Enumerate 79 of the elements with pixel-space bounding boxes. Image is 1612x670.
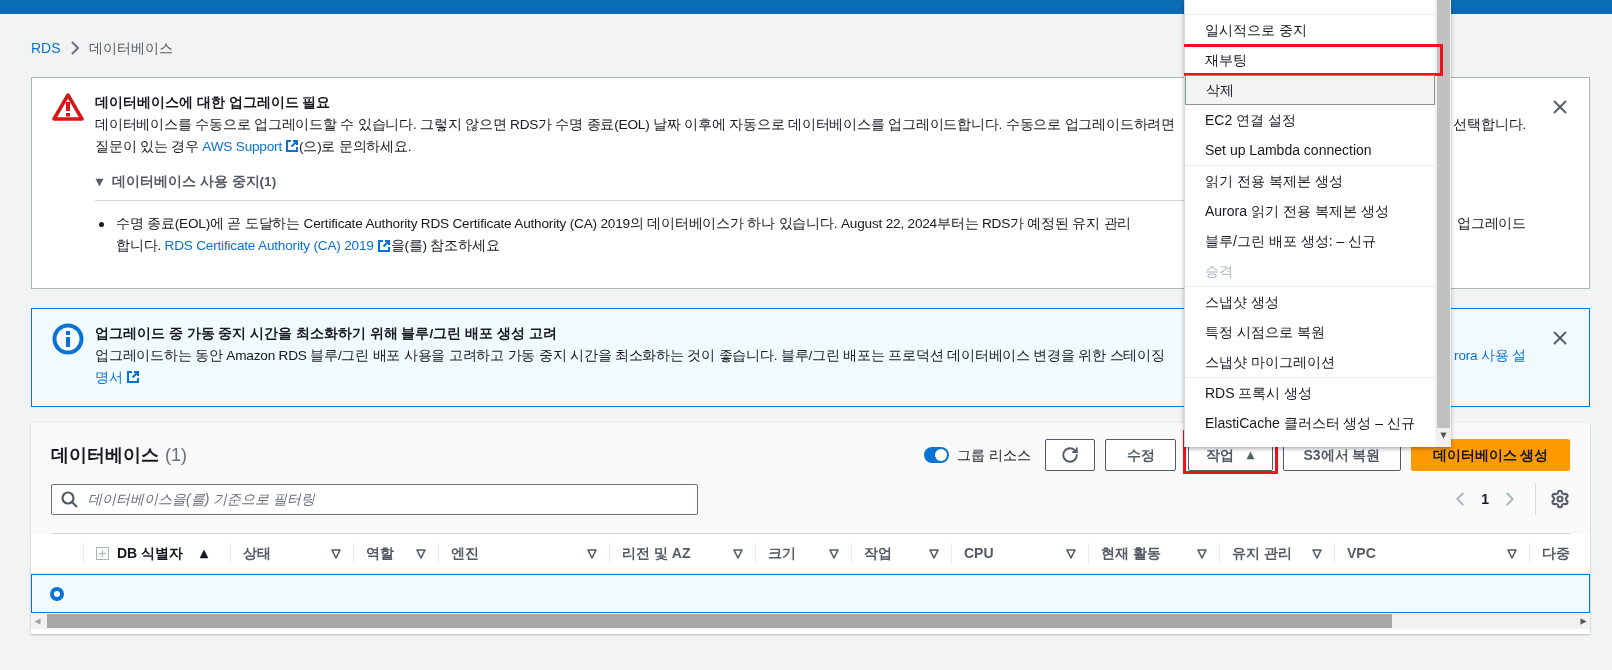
search-field[interactable]: 데이터베이스을(를) 기준으로 필터링: [51, 483, 698, 515]
refresh-icon: [1061, 446, 1079, 464]
menu-item[interactable]: 특정 시점으로 복원: [1185, 317, 1435, 347]
expand-all-icon: [96, 547, 109, 560]
section-toggle[interactable]: 데이터베이스 사용 중지(1): [95, 172, 277, 193]
info-icon: [52, 323, 84, 355]
column-header[interactable]: 유지 관리: [1219, 542, 1334, 565]
menu-item[interactable]: 스냅샷 생성: [1185, 287, 1435, 317]
settings-icon[interactable]: [1550, 489, 1570, 509]
warning-icon: [52, 92, 84, 122]
bullet-icon: [99, 222, 104, 228]
filter-icon: [587, 548, 597, 559]
menu-item[interactable]: EC2 연결 설정: [1185, 105, 1435, 135]
alert-title: 데이터베이스에 대한 업그레이드 필요: [95, 94, 331, 112]
column-header[interactable]: CPU: [951, 542, 1088, 565]
external-link-icon: [376, 238, 391, 253]
filter-icon: [1312, 548, 1322, 559]
column-header[interactable]: 리전 및 AZ: [609, 542, 755, 565]
filter-icon: [1066, 548, 1076, 559]
filter-icon: [416, 548, 426, 559]
column-header[interactable]: DB 식별자: [83, 542, 230, 565]
column-header[interactable]: 상태: [230, 542, 353, 565]
external-link[interactable]: 명서: [95, 370, 140, 385]
column-header[interactable]: 다중: [1529, 542, 1589, 565]
filter-icon: [1197, 548, 1207, 559]
alert-text: 질문이 있는 경우 AWS Support (으)로 문의하세요.: [95, 138, 412, 156]
menu-item[interactable]: 스냅샷 마이그레이션: [1185, 347, 1435, 377]
breadcrumb-link[interactable]: RDS: [31, 37, 61, 59]
filter-icon: [331, 548, 341, 559]
menu-item[interactable]: RDS 프록시 생성: [1185, 378, 1435, 408]
external-link-icon: [125, 370, 140, 385]
column-header[interactable]: 크기: [755, 542, 851, 565]
alert-text: 업그레이드: [1457, 215, 1526, 234]
alert-text: 선택합니다.: [1453, 116, 1526, 134]
alert-title: 업그레이드 중 가동 중지 시간을 최소화하기 위해 블루/그린 배포 생성 고려: [95, 325, 557, 343]
menu-item[interactable]: 일시적으로 중지: [1185, 15, 1435, 45]
scroll-left-icon: [34, 617, 41, 625]
sort-ascending-icon: [199, 548, 210, 559]
column-header[interactable]: 엔진: [438, 542, 609, 565]
toggle-switch[interactable]: [924, 447, 950, 463]
filter-icon: [829, 548, 839, 559]
filter-icon: [733, 548, 743, 559]
alert-text: 수명 종료(EOL)에 곧 도달하는 Certificate Authority RDS Certificate Authority (CA) 2019의 데이터베이스가 하나 있습니다. August 22, 2024부터는 RDS가 예정된 유지 관리: [116, 215, 1132, 234]
filter-icon: [929, 548, 939, 559]
column-header[interactable]: 작업: [851, 542, 951, 565]
count-text: (1): [165, 443, 187, 467]
alert-text: 업그레이드하는 동안 Amazon RDS 블루/그린 배포 사용을 고려하고 가동 중지 시간을 최소화하는 것이 좋습니다. 블루/그린 배포는 프로덕션 데이터베이스 변경을 위한 스테이징: [95, 347, 1165, 365]
scroll-right-icon: [1580, 617, 1587, 625]
menu-item[interactable]: 읽기 전용 복제본 생성: [1185, 166, 1435, 196]
panel-title: 데이터베이스: [51, 443, 159, 467]
toggle-label: 그룹 리소스: [957, 445, 1031, 465]
menu-item[interactable]: 재부팅: [1185, 45, 1435, 75]
menu-item[interactable]: ElastiCache 클러스터 생성 – 신규: [1185, 408, 1435, 438]
table-row[interactable]: [31, 574, 1590, 613]
column-header[interactable]: 역할: [353, 542, 438, 565]
caret-icon: [95, 177, 104, 187]
external-link[interactable]: RDS Certificate Authority (CA) 2019: [164, 238, 391, 254]
action-button[interactable]: 수정: [1105, 439, 1176, 471]
external-link[interactable]: AWS Support: [202, 139, 299, 154]
vertical-scrollbar[interactable]: [1435, 0, 1451, 447]
caret-icon: [1246, 450, 1255, 460]
filter-icon: [1507, 548, 1517, 559]
page-number[interactable]: 1: [1481, 488, 1489, 510]
column-header[interactable]: 현재 활동: [1088, 542, 1219, 565]
chevron-icon: [70, 41, 79, 55]
menu-item[interactable]: Aurora 읽기 전용 복제본 생성: [1185, 196, 1435, 226]
radio-button[interactable]: [50, 586, 64, 601]
link[interactable]: rora 사용 설: [1454, 348, 1526, 363]
alert-text: 합니다. RDS Certificate Authority (CA) 2019 을(를) 참조하세요: [116, 237, 500, 256]
menu-item[interactable]: 블루/그린 배포 생성: – 신규: [1185, 226, 1435, 256]
horizontal-scrollbar[interactable]: [31, 613, 1590, 629]
column-header[interactable]: VPC: [1334, 542, 1529, 565]
refresh-button[interactable]: [1045, 439, 1095, 471]
alert-text: 데이터베이스를 수동으로 업그레이드할 수 있습니다. 그렇지 않으면 RDS가 수명 종료(EOL) 날짜 이후에 자동으로 데이터베이스를 업그레이드합니다. 수동으로 업그레이드하려면: [95, 116, 1175, 134]
external-link-icon: [285, 139, 299, 154]
menu-item[interactable]: Set up Lambda connection: [1185, 135, 1435, 165]
breadcrumb-current: 데이터베이스: [88, 38, 173, 58]
create-button[interactable]: 데이터베이스 생성: [1411, 439, 1570, 471]
menu-item[interactable]: 삭제: [1185, 75, 1435, 105]
